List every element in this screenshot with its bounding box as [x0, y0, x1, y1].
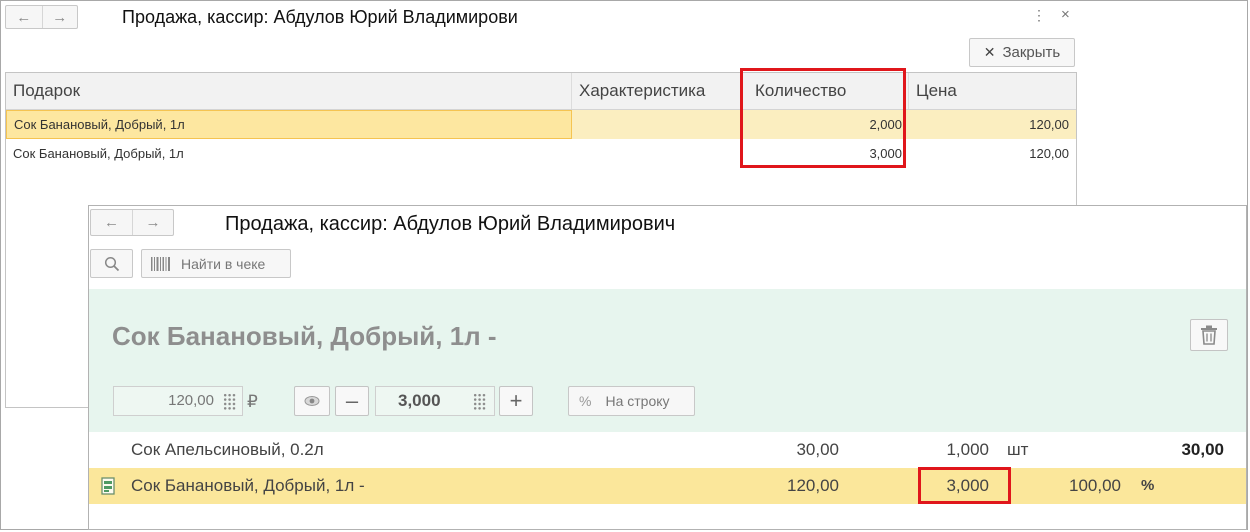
find-in-receipt-label: Найти в чеке: [181, 255, 266, 272]
nav-buttons: ← →: [5, 5, 78, 29]
item-price: 30,00: [796, 440, 839, 459]
item-unit: шт: [1007, 440, 1029, 459]
item-sum: 30,00: [1181, 440, 1224, 459]
cell-gift[interactable]: Сок Банановый, Добрый, 1л: [6, 110, 572, 139]
quantity-field[interactable]: 3,000: [375, 386, 495, 416]
delete-button[interactable]: [1190, 319, 1228, 351]
barcode-icon: [151, 256, 170, 271]
receipt-line[interactable]: Сок Апельсиновый, 0.2л 30,00 1,000 шт 30…: [89, 432, 1246, 468]
back-arrow-icon[interactable]: ←: [6, 6, 42, 28]
nav-buttons: ← →: [90, 209, 174, 236]
price-value: 120,00: [168, 392, 214, 409]
per-line-discount-button[interactable]: % На строку: [568, 386, 695, 416]
cell-characteristic[interactable]: [572, 139, 743, 168]
cell-quantity[interactable]: 2,000: [743, 110, 909, 139]
product-title: Сок Банановый, Добрый, 1л -: [112, 321, 497, 351]
quantity-value: 3,000: [398, 391, 441, 410]
search-icon: [104, 256, 119, 271]
close-window-icon[interactable]: ×: [1061, 6, 1070, 23]
find-in-receipt-button[interactable]: Найти в чеке: [141, 249, 291, 278]
item-discount: 100,00: [1069, 476, 1121, 495]
decrease-quantity-button[interactable]: –: [335, 386, 369, 416]
close-button[interactable]: ✕ Закрыть: [969, 38, 1075, 67]
window-title: Продажа, кассир: Абдулов Юрий Владимиров…: [122, 7, 518, 27]
sale-window: ← → Продажа, кассир: Абдулов Юрий Владим…: [88, 205, 1247, 530]
item-name: Сок Банановый, Добрый, 1л -: [131, 476, 365, 495]
close-button-label: Закрыть: [1002, 44, 1061, 61]
forward-arrow-icon[interactable]: →: [41, 6, 78, 28]
back-arrow-icon[interactable]: ←: [91, 210, 132, 235]
item-discount-unit: %: [1141, 477, 1155, 494]
price-field[interactable]: 120,00: [113, 386, 243, 416]
currency-sign: ₽: [247, 392, 258, 411]
item-quantity: 1,000: [946, 440, 989, 459]
column-header-characteristic[interactable]: Характеристика: [572, 73, 743, 109]
gift-icon: [101, 477, 115, 495]
eye-icon: [304, 396, 320, 406]
calculator-icon[interactable]: [473, 393, 486, 410]
minus-icon: –: [345, 388, 359, 413]
table-row[interactable]: Сок Банановый, Добрый, 1л 2,000 120,00: [6, 110, 1076, 139]
forward-arrow-icon[interactable]: →: [132, 210, 173, 235]
column-header-gift[interactable]: Подарок: [6, 73, 572, 109]
plus-icon: +: [509, 388, 523, 413]
percent-icon: %: [579, 393, 592, 409]
calculator-icon[interactable]: [223, 393, 236, 410]
column-header-quantity[interactable]: Количество: [743, 73, 909, 109]
item-quantity: 3,000: [946, 476, 989, 495]
cell-gift[interactable]: Сок Банановый, Добрый, 1л: [6, 139, 572, 168]
close-x-icon: ✕: [983, 44, 996, 60]
per-line-label: На строку: [605, 393, 670, 409]
receipt-line[interactable]: Сок Банановый, Добрый, 1л - 120,00 3,000…: [89, 468, 1246, 504]
show-button[interactable]: [294, 386, 330, 416]
cell-price[interactable]: 120,00: [909, 139, 1076, 168]
item-name: Сок Апельсиновый, 0.2л: [131, 440, 324, 459]
search-button[interactable]: [90, 249, 133, 278]
trash-icon: [1201, 325, 1217, 345]
increase-quantity-button[interactable]: +: [499, 386, 533, 416]
table-header: Подарок Характеристика Количество Цена: [6, 73, 1076, 110]
cell-characteristic[interactable]: [572, 110, 743, 139]
item-price: 120,00: [787, 476, 839, 495]
more-menu-icon[interactable]: ⋮: [1032, 7, 1046, 24]
column-header-price[interactable]: Цена: [909, 73, 1076, 109]
table-row[interactable]: Сок Банановый, Добрый, 1л 3,000 120,00: [6, 139, 1076, 168]
cell-price[interactable]: 120,00: [909, 110, 1076, 139]
window-title: Продажа, кассир: Абдулов Юрий Владимиров…: [225, 213, 676, 235]
cell-quantity[interactable]: 3,000: [743, 139, 909, 168]
